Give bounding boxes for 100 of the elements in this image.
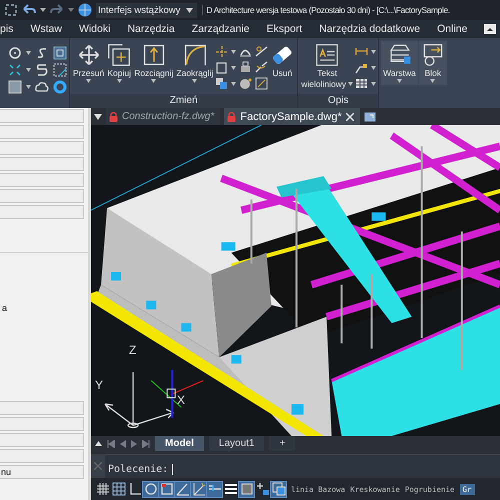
ring-icon[interactable] bbox=[53, 80, 67, 94]
caret-icon[interactable] bbox=[40, 8, 46, 12]
caret-icon[interactable] bbox=[371, 82, 376, 86]
layout-tab[interactable]: Model bbox=[155, 436, 204, 451]
menu-tab[interactable]: Narzędzia dodatkowe bbox=[319, 23, 420, 35]
overlap-squares-icon[interactable] bbox=[215, 77, 228, 90]
table-icon[interactable] bbox=[355, 77, 368, 90]
layout-tab[interactable]: Layout1 bbox=[208, 436, 264, 451]
grid-snap-icon[interactable] bbox=[111, 482, 126, 496]
dimension-icon[interactable] bbox=[355, 45, 368, 58]
caret-icon bbox=[186, 8, 194, 12]
ribbon-button[interactable]: Rozciągnij bbox=[133, 41, 174, 85]
caret-icon bbox=[151, 79, 156, 83]
last-icon[interactable] bbox=[142, 440, 150, 448]
caret-icon bbox=[397, 79, 402, 83]
caret-icon bbox=[86, 79, 92, 83]
menu-tab[interactable]: Eksport bbox=[266, 23, 302, 35]
lock-icon bbox=[109, 111, 118, 122]
panel-label: Zmień bbox=[70, 94, 298, 108]
globe-icon[interactable] bbox=[78, 3, 92, 17]
layers-icon[interactable] bbox=[271, 482, 286, 496]
curve-icon[interactable] bbox=[35, 63, 49, 77]
caret-icon[interactable] bbox=[371, 66, 376, 70]
add-layout-button[interactable]: + bbox=[269, 436, 296, 451]
move-arrows-icon bbox=[76, 43, 101, 67]
ribbon-button[interactable]: Warstwa bbox=[381, 41, 418, 85]
points-icon[interactable] bbox=[8, 63, 22, 77]
plus-square-icon[interactable] bbox=[255, 482, 270, 496]
trim-icon[interactable] bbox=[215, 45, 228, 58]
lock-icon bbox=[227, 111, 236, 122]
caret-icon[interactable] bbox=[26, 85, 31, 89]
ribbon-button[interactable]: Kopiuj bbox=[106, 41, 132, 85]
sphere-icon[interactable] bbox=[239, 77, 252, 90]
cloud-icon[interactable] bbox=[35, 80, 49, 94]
square-icon[interactable] bbox=[159, 482, 174, 496]
rectangle-icon[interactable] bbox=[215, 61, 228, 74]
cut-line-icon[interactable] bbox=[255, 45, 268, 58]
menu-tab[interactable]: Zarządzanie bbox=[192, 23, 250, 35]
dotted-square-icon[interactable] bbox=[53, 63, 67, 77]
boundary-icon[interactable] bbox=[53, 46, 67, 60]
ribbon-button[interactable]: Usuń bbox=[269, 41, 296, 80]
axis-label: Z bbox=[129, 343, 136, 357]
hatch-square-icon[interactable] bbox=[239, 482, 254, 496]
layers-icon bbox=[388, 43, 412, 67]
caret-icon[interactable] bbox=[231, 82, 236, 86]
stretch-icon bbox=[142, 43, 166, 67]
menu-tab[interactable]: Widoki bbox=[78, 23, 110, 35]
ribbon-button[interactable]: Przesuń bbox=[72, 41, 106, 85]
caret-icon bbox=[116, 79, 122, 83]
axis-label: X bbox=[177, 393, 186, 407]
grid-icon[interactable] bbox=[95, 482, 110, 496]
panel-label: Opis bbox=[298, 94, 378, 108]
hatch-edit-icon[interactable] bbox=[255, 77, 268, 90]
hatch-icon[interactable] bbox=[8, 80, 22, 94]
caret-icon bbox=[430, 79, 436, 83]
minimize-ribbon-icon[interactable] bbox=[484, 24, 496, 34]
text-icon bbox=[315, 43, 340, 67]
cursor-crosshair-icon bbox=[150, 370, 204, 418]
join-icon[interactable] bbox=[255, 61, 268, 74]
menu-tab[interactable]: Wstaw bbox=[30, 23, 62, 35]
caret-icon[interactable] bbox=[231, 66, 236, 70]
menu-tab[interactable]: pis bbox=[0, 23, 14, 35]
property-row[interactable]: nu bbox=[0, 465, 84, 479]
ribbon-button[interactable]: Tekst wieloliniowy bbox=[300, 41, 354, 91]
caret-icon[interactable] bbox=[26, 51, 31, 55]
command-line-field[interactable]: Polecenie: bbox=[105, 454, 500, 478]
window-title: D Architecture wersja testowa (Pozostało 30 dni) - [C:\...\FactorySample. bbox=[202, 5, 450, 15]
caret-icon[interactable] bbox=[371, 50, 376, 54]
new-tab-icon[interactable] bbox=[364, 112, 376, 122]
first-icon[interactable] bbox=[107, 440, 115, 448]
fillet-arc-icon bbox=[182, 43, 207, 67]
circle-icon[interactable] bbox=[143, 482, 158, 496]
caret-icon[interactable] bbox=[26, 68, 31, 72]
redo-icon[interactable] bbox=[50, 4, 64, 16]
caret-icon[interactable] bbox=[231, 50, 236, 54]
undo-icon[interactable] bbox=[22, 4, 36, 16]
caret-icon bbox=[348, 82, 354, 86]
copy-icon bbox=[107, 43, 132, 67]
next-icon[interactable] bbox=[131, 440, 137, 448]
menu-tab[interactable]: Online bbox=[437, 23, 468, 35]
app-logo-icon[interactable] bbox=[4, 3, 18, 17]
property-label: a bbox=[2, 303, 8, 313]
circle-icon[interactable] bbox=[8, 46, 22, 60]
ribbon-button[interactable]: Zaokrąglij bbox=[175, 41, 214, 85]
caret-up-icon[interactable] bbox=[95, 441, 102, 446]
lines-icon[interactable] bbox=[223, 482, 238, 496]
spline-icon[interactable] bbox=[35, 46, 49, 60]
ucs-axes-icon bbox=[104, 372, 174, 428]
workspace-dropdown[interactable]: Interfejs wstążkowy bbox=[96, 2, 198, 18]
ribbon-button[interactable]: Blok bbox=[418, 41, 447, 85]
document-tab[interactable]: Construction-fz.dwg* bbox=[106, 108, 220, 125]
leader-icon[interactable] bbox=[355, 61, 368, 74]
caret-icon bbox=[192, 79, 198, 83]
line-weight-icon[interactable] bbox=[207, 482, 222, 496]
document-tab[interactable]: FactorySample.dwg* bbox=[224, 108, 360, 125]
angle-icon[interactable] bbox=[175, 482, 190, 496]
menu-tab[interactable]: Narzędzia bbox=[127, 23, 175, 35]
previous-icon[interactable] bbox=[120, 440, 126, 448]
axis-label: Y bbox=[95, 378, 104, 392]
caret-icon[interactable] bbox=[94, 114, 102, 120]
